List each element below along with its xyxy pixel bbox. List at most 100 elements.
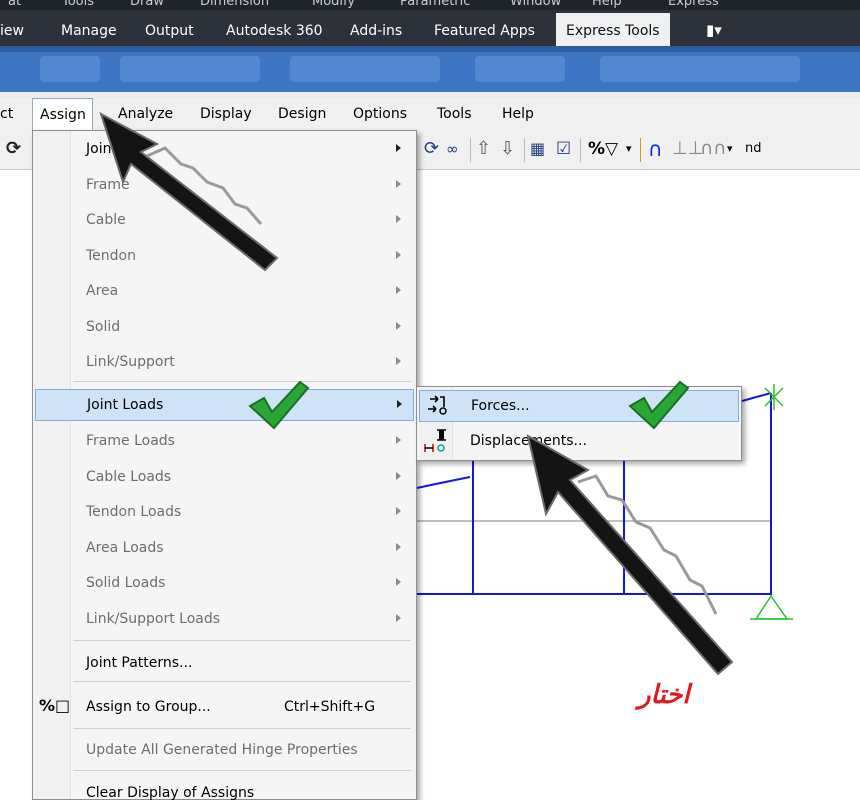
ribbon-blur-element [600,56,800,82]
menu-item-tendon-loads[interactable]: Tendon Loads [35,496,414,528]
ribbon-shade [0,46,860,52]
menu-item-label: Solid [86,319,121,335]
menu-item-label: Area [86,283,119,299]
submenu-arrow-icon [396,436,401,444]
check-box-icon[interactable]: ☑ [556,136,571,162]
menu-item-joint-patterns[interactable]: Joint Patterns... [35,647,414,679]
ribbon-tab-add-ins[interactable]: Add-ins [350,23,402,39]
top-menu-item[interactable]: Window [510,0,561,9]
submenu-arrow-icon [396,215,401,223]
menu-item-cable[interactable]: Cable [35,204,414,236]
ribbon-tab-view[interactable]: iew [0,23,24,39]
autocad-top-strip: at Tools Draw Dimension Modify Parametri… [0,0,860,10]
assign-group-icon[interactable]: %▽ [588,136,618,162]
menu-tools[interactable]: Tools [437,106,472,122]
camera-icon[interactable]: ▮▾ [706,21,722,39]
toolbar-separator [580,138,581,162]
submenu-arrow-icon [396,180,401,188]
menu-item-label: Tendon Loads [86,504,182,520]
submenu-arrow-icon [396,543,401,551]
top-menu-item[interactable]: Express [668,0,719,9]
arrow-down-icon[interactable]: ⇩ [500,136,515,162]
menu-assign[interactable]: Assign [32,98,93,130]
menu-item-label: Tendon [86,248,136,264]
menu-item-area[interactable]: Area [35,275,414,307]
menu-item-solid-loads[interactable]: Solid Loads [35,567,414,599]
menu-design[interactable]: Design [278,106,326,122]
assign-menu: Joint Frame Cable Tendon Area Solid Link… [32,130,417,800]
menubar: ct Assign Analyze Display Design Options… [0,98,860,130]
menu-item-clear-display-of-assigns[interactable]: Clear Display of Assigns [35,777,414,800]
menu-help[interactable]: Help [502,106,534,122]
perspective-icon[interactable]: ∞ [446,136,459,162]
menu-item-area-loads[interactable]: Area Loads [35,532,414,564]
arrow-up-icon[interactable]: ⇧ [476,136,491,162]
rotate-icon[interactable]: ⟳ [6,136,21,162]
top-menu-item[interactable]: Modify [312,0,355,9]
menu-item-joint-loads[interactable]: Joint Loads [35,389,414,421]
frame-2d-icon[interactable]: ⊥⊥ [672,136,703,162]
ribbon-tab-featured-apps[interactable]: Featured Apps [434,23,535,39]
menu-separator [73,770,411,771]
truss-icon[interactable]: ∩∩ [700,136,726,162]
menu-options[interactable]: Options [353,106,407,122]
ribbon-tab-output[interactable]: Output [145,23,194,39]
ribbon-tab-autodesk-360[interactable]: Autodesk 360 [226,23,323,39]
menu-item-displacements[interactable]: Displacements... [419,426,739,458]
joint-displacement-icon [424,429,446,452]
ribbon-blur-element [120,56,260,82]
menu-item-label: Forces... [471,398,530,414]
menu-select[interactable]: ct [0,106,13,122]
menu-item-shortcut: Ctrl+Shift+G [284,699,376,715]
chevron-down-icon[interactable]: ▾ [727,136,733,162]
menu-item-frame-loads[interactable]: Frame Loads [35,425,414,457]
menu-item-joint[interactable]: Joint [35,133,414,165]
toolbar-label: nd [745,141,762,156]
menu-item-cable-loads[interactable]: Cable Loads [35,461,414,493]
top-menu-item[interactable]: Parametric [400,0,470,9]
toolbar-separator [640,138,641,162]
submenu-arrow-icon [397,400,402,408]
menu-display[interactable]: Display [200,106,252,122]
menu-separator [73,640,411,641]
menu-item-label: Joint Loads [87,397,164,413]
menu-analyze[interactable]: Analyze [118,106,173,122]
ribbon-tab-manage[interactable]: Manage [61,23,117,39]
menu-item-frame[interactable]: Frame [35,169,414,201]
annotation-text: اختار [638,680,690,710]
menu-item-tendon[interactable]: Tendon [35,240,414,272]
joint-force-icon [428,395,447,415]
submenu-arrow-icon [396,357,401,365]
menu-item-label: Assign to Group... [86,699,211,715]
menu-item-update-hinge-properties[interactable]: Update All Generated Hinge Properties [35,734,414,766]
ribbon-tab-express-tools[interactable]: Express Tools [556,13,670,46]
rotate-3d-icon[interactable]: ⟳ [424,136,439,162]
menu-item-label: Joint Patterns... [86,655,193,671]
menu-item-label: Cable Loads [86,469,172,485]
submenu-arrow-icon [396,578,401,586]
top-menu-item[interactable]: Draw [130,0,164,9]
submenu-arrow-icon [396,614,401,622]
top-menu-item[interactable]: Dimension [200,0,269,9]
top-menu-item[interactable]: at [8,0,21,9]
menu-item-label: Joint [86,141,117,157]
frame-icon[interactable]: ∩ [648,136,663,162]
top-menu-item[interactable]: Help [592,0,622,9]
menu-item-link-support-loads[interactable]: Link/Support Loads [35,603,414,635]
ribbon-blur-element [475,56,565,82]
menu-item-label: Clear Display of Assigns [86,785,255,800]
submenu-arrow-icon [396,322,401,330]
roof-line [741,392,772,402]
menu-item-solid[interactable]: Solid [35,311,414,343]
menu-item-forces[interactable]: Forces... [419,390,739,422]
menu-item-link-support[interactable]: Link/Support [35,346,414,378]
autocad-ribbon-panel [0,46,860,98]
submenu-arrow-icon [396,507,401,515]
toolbar-separator [524,138,525,162]
grid-select-icon[interactable]: ▦ [530,136,545,162]
menu-item-assign-to-group[interactable]: %□ Assign to Group... Ctrl+Shift+G [35,691,414,723]
chevron-down-icon[interactable]: ▾ [626,136,632,162]
menu-separator [73,681,411,682]
top-menu-item[interactable]: Tools [62,0,94,9]
roof-line [416,476,471,489]
